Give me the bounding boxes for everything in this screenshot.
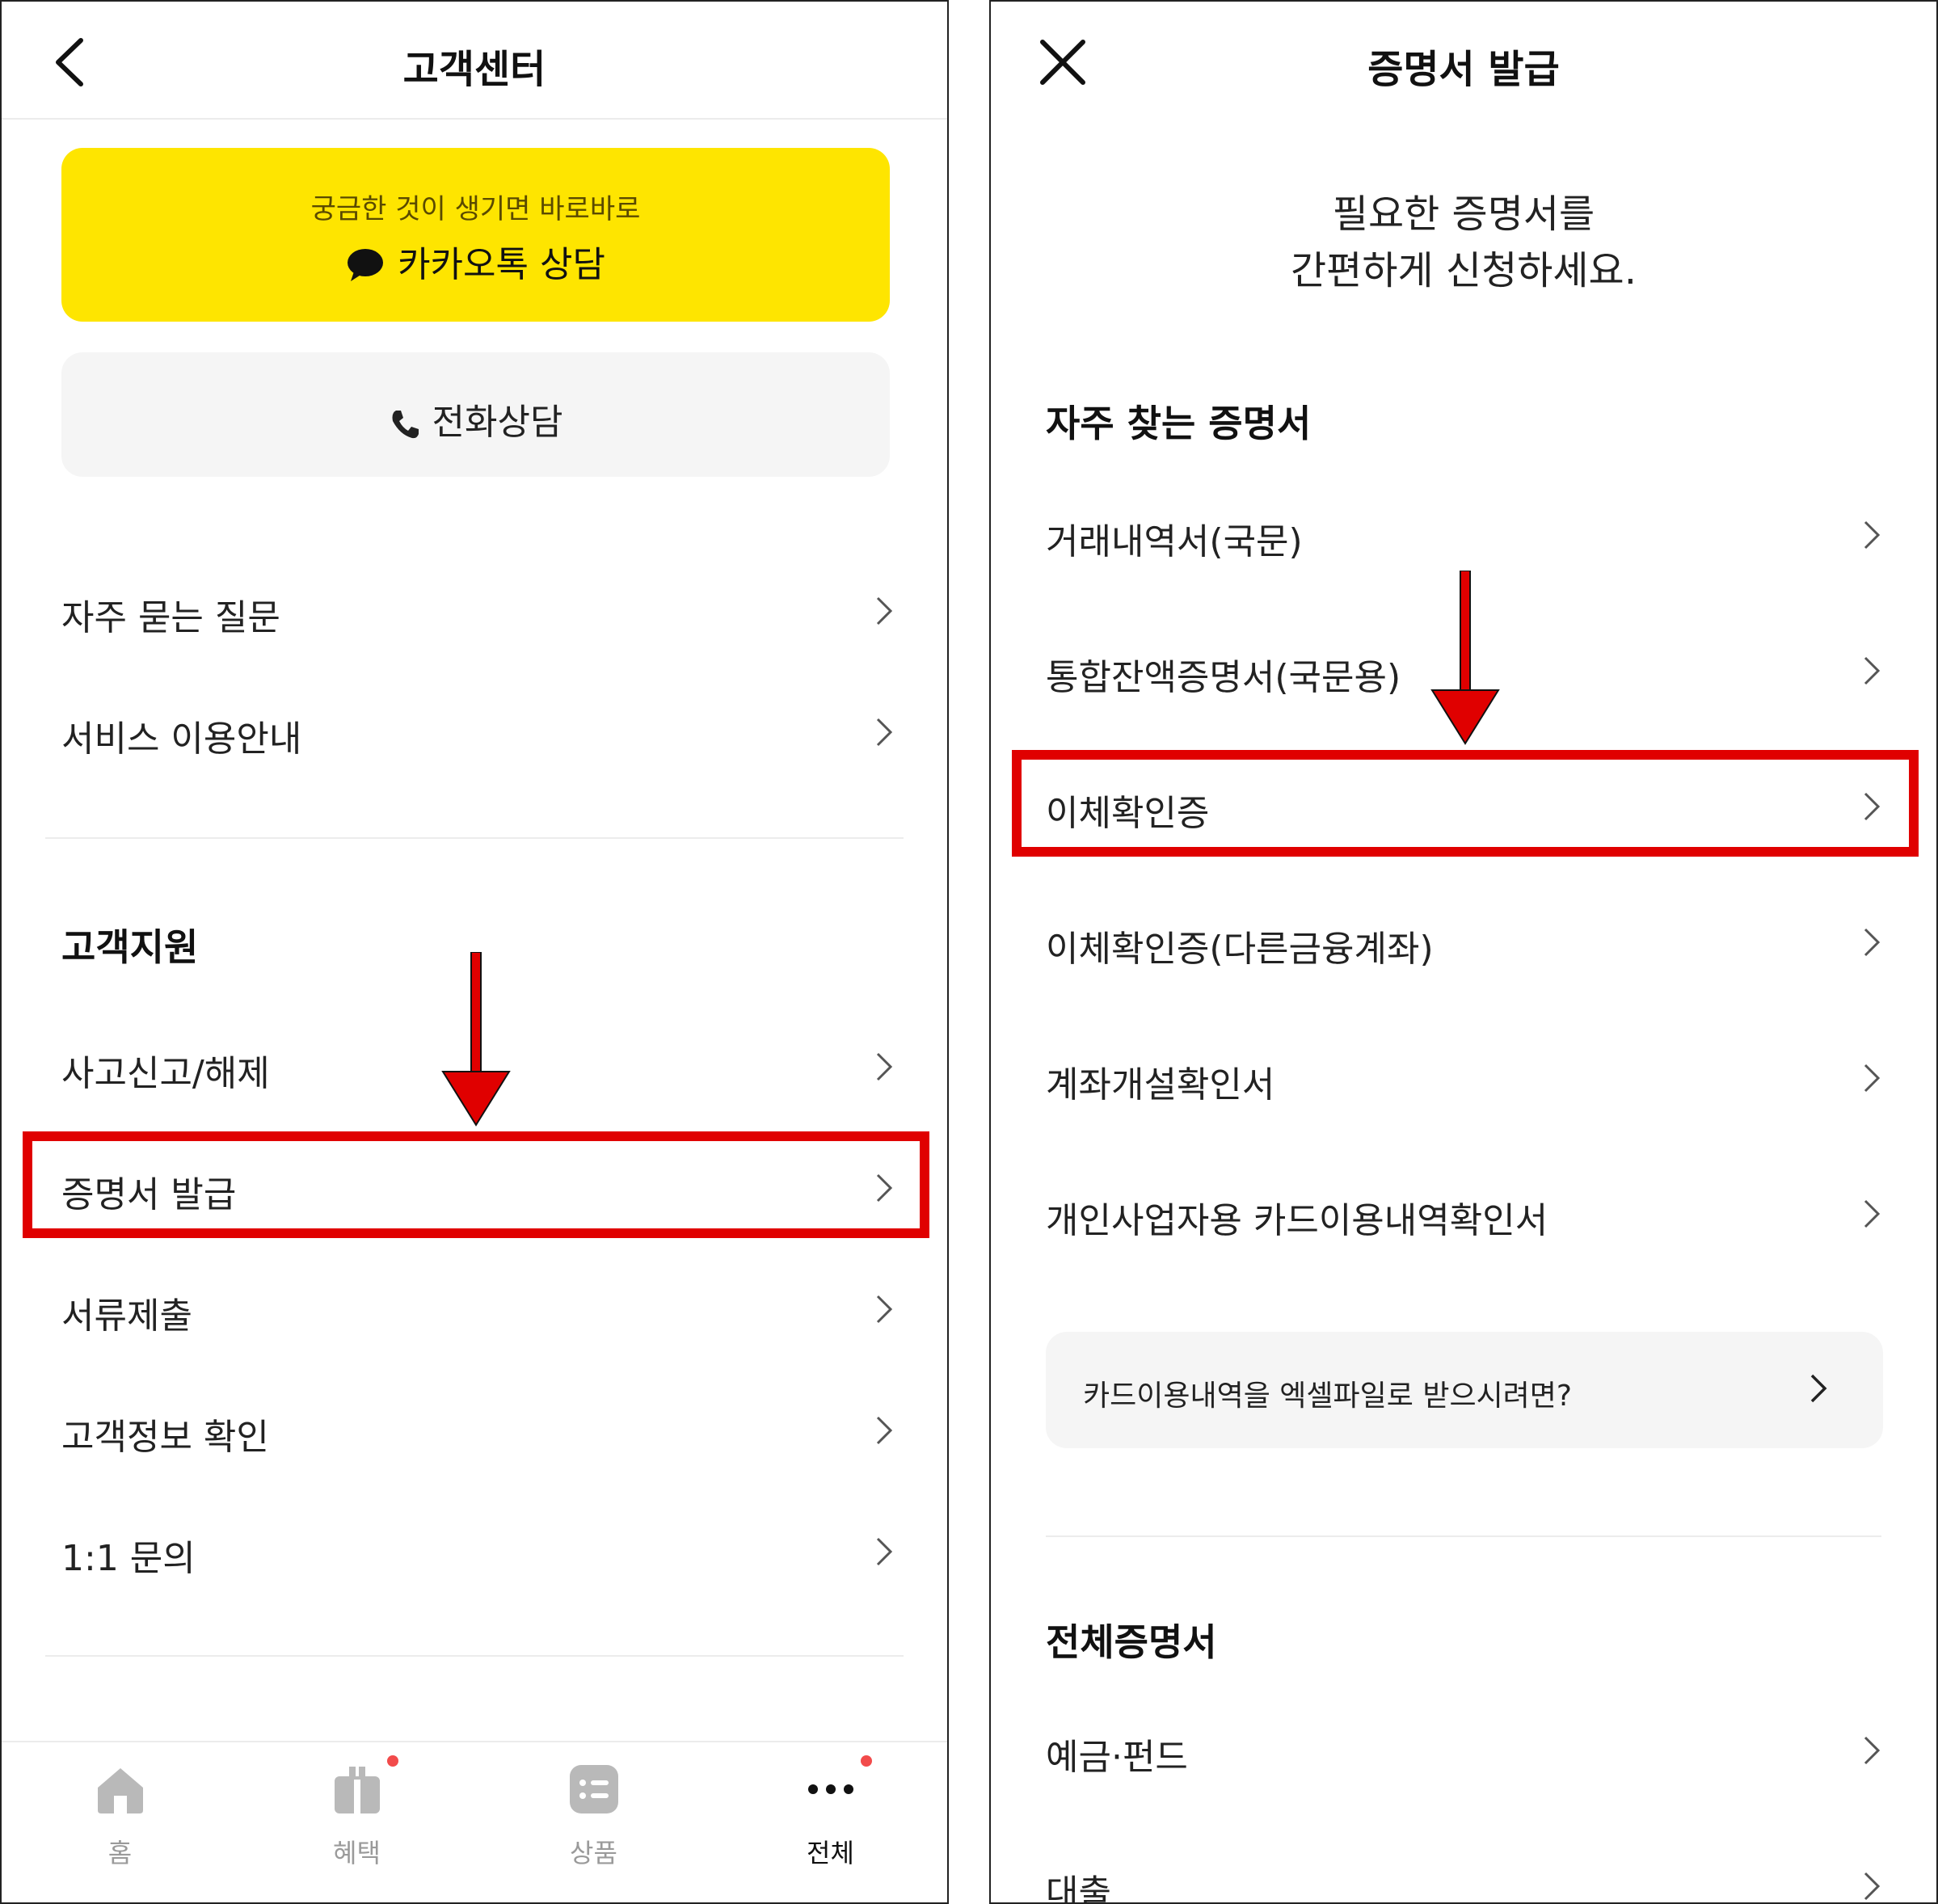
chevron-right-icon (876, 1537, 893, 1566)
chevron-right-icon (1810, 1374, 1827, 1403)
all-section-title: 전체증명서 (1046, 1620, 1217, 1664)
cert-item-label: 계좌개설확인서 (1046, 1064, 1275, 1106)
excel-download-button[interactable]: 카드이용내역을 엑셀파일로 받으시려면? (1046, 1332, 1883, 1448)
chat-bubble-icon (348, 249, 384, 281)
chevron-right-icon (876, 1295, 893, 1324)
cert-item-card-usage[interactable]: 개인사업자용 카드이용내역확인서 (991, 1173, 1936, 1254)
kakao-subtitle: 궁금한 것이 생기면 바로바로 (310, 193, 641, 225)
support-section-title: 고객지원 (61, 925, 199, 969)
kakaotalk-consult-button[interactable]: 궁금한 것이 생기면 바로바로 카카오톡 상담 (61, 148, 890, 322)
menu-item-faq[interactable]: 자주 묻는 질문 (2, 571, 947, 651)
nav-home[interactable]: 홈 (2, 1742, 238, 1902)
chevron-right-icon (876, 718, 893, 747)
phone-icon (392, 411, 419, 439)
phone-consult-button[interactable]: 전화상담 (61, 352, 890, 477)
cert-item-account-opening[interactable]: 계좌개설확인서 (991, 1038, 1936, 1118)
page-title: 증명서 발급 (1367, 47, 1560, 92)
list-icon (569, 1765, 618, 1813)
nav-label: 전체 (807, 1838, 854, 1868)
menu-item-label: 고객정보 확인 (61, 1417, 269, 1458)
highlight-box (23, 1131, 929, 1238)
nav-label: 상품 (570, 1838, 617, 1868)
more-icon (807, 1784, 853, 1794)
intro-line: 필요한 증명서를 (1332, 192, 1595, 237)
menu-item-label: 자주 묻는 질문 (61, 597, 280, 638)
notification-badge (387, 1755, 398, 1767)
chevron-right-icon (1864, 656, 1881, 685)
menu-item-label: 사고신고/해제 (61, 1053, 270, 1094)
intro-line: 간편하게 신청하세요. (1291, 248, 1637, 293)
intro-text: 필요한 증명서를 간편하게 신청하세요. (991, 186, 1936, 299)
nav-all[interactable]: 전체 (712, 1742, 947, 1902)
cert-item-loan[interactable]: 대출 (991, 1846, 1936, 1904)
chevron-right-icon (876, 1416, 893, 1445)
cert-item-transfer-other[interactable]: 이체확인증(다른금융계좌) (991, 902, 1936, 983)
header-divider (2, 118, 947, 120)
nav-benefits[interactable]: 혜택 (238, 1742, 475, 1902)
customer-center-screen: 고객센터 궁금한 것이 생기면 바로바로 카카오톡 상담 전화상담 자주 묻는 … (0, 0, 949, 1904)
section-divider (1046, 1535, 1881, 1537)
cert-item-label: 대출 (1046, 1872, 1111, 1904)
cert-item-deposit-fund[interactable]: 예금·펀드 (991, 1710, 1936, 1791)
menu-item-service-guide[interactable]: 서비스 이용안내 (2, 692, 947, 773)
chevron-right-icon (1864, 1199, 1881, 1228)
notification-badge (861, 1755, 872, 1767)
cert-item-label: 이체확인증(다른금융계좌) (1046, 929, 1434, 970)
header: 고객센터 (2, 2, 947, 118)
cert-item-label: 예금·펀드 (1046, 1737, 1188, 1778)
nav-products[interactable]: 상품 (475, 1742, 712, 1902)
cert-item-label: 통합잔액증명서(국문용) (1046, 657, 1401, 698)
chevron-right-icon (1864, 520, 1881, 550)
chevron-right-icon (876, 1052, 893, 1081)
chevron-right-icon (876, 596, 893, 626)
pointer-arrow-icon (1430, 571, 1500, 745)
menu-item-label: 서비스 이용안내 (61, 718, 302, 760)
chevron-right-icon (1864, 1064, 1881, 1093)
gift-icon (334, 1767, 380, 1813)
menu-item-customer-info[interactable]: 고객정보 확인 (2, 1390, 947, 1471)
chevron-right-icon (1864, 928, 1881, 957)
menu-item-label: 서류제출 (61, 1295, 192, 1337)
chevron-right-icon (1864, 1736, 1881, 1765)
menu-item-label: 1:1 문의 (61, 1538, 196, 1579)
page-title: 고객센터 (402, 47, 546, 92)
nav-label: 홈 (107, 1838, 133, 1868)
certificate-issue-screen: 증명서 발급 필요한 증명서를 간편하게 신청하세요. 자주 찾는 증명서 거래… (989, 0, 1938, 1904)
menu-item-document-submit[interactable]: 서류제출 (2, 1269, 947, 1350)
pointer-arrow-icon (441, 952, 511, 1127)
cert-item-transaction-history[interactable]: 거래내역서(국문) (991, 495, 1936, 575)
highlight-box (1012, 750, 1919, 857)
cert-item-label: 거래내역서(국문) (1046, 521, 1303, 562)
header: 증명서 발급 (991, 2, 1936, 118)
bottom-navigation: 홈 혜택 상품 전체 (2, 1741, 947, 1902)
nav-label: 혜택 (333, 1838, 381, 1868)
section-divider (45, 837, 904, 839)
chevron-right-icon (1864, 1872, 1881, 1901)
home-icon (97, 1768, 143, 1813)
section-divider (45, 1655, 904, 1657)
phone-label: 전화상담 (432, 402, 563, 443)
kakao-label: 카카오톡 상담 (398, 244, 605, 285)
menu-item-inquiry[interactable]: 1:1 문의 (2, 1511, 947, 1592)
frequent-section-title: 자주 찾는 증명서 (1046, 402, 1312, 445)
excel-label: 카드이용내역을 엑셀파일로 받으시려면? (1083, 1380, 1573, 1413)
cert-item-label: 개인사업자용 카드이용내역확인서 (1046, 1200, 1548, 1241)
